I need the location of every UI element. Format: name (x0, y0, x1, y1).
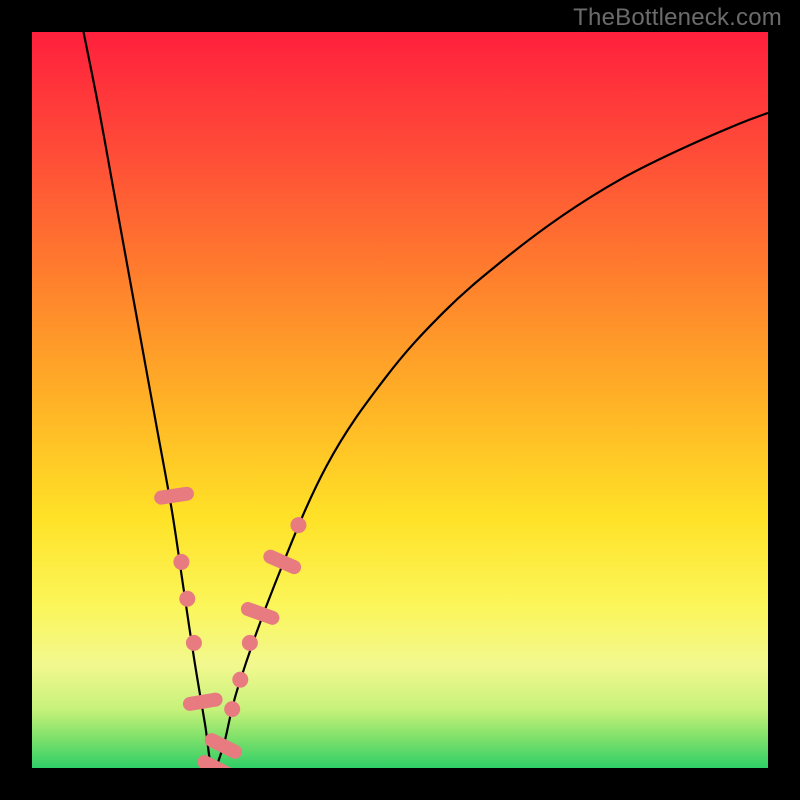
marker-bead (179, 591, 195, 607)
marker-bead (224, 701, 240, 717)
outer-frame: TheBottleneck.com (0, 0, 800, 800)
gradient-background (32, 32, 768, 768)
marker-bead (290, 517, 306, 533)
marker-bead (242, 635, 258, 651)
marker-bead (232, 672, 248, 688)
marker-bead (173, 554, 189, 570)
chart-svg (32, 32, 768, 768)
marker-bead (186, 635, 202, 651)
plot-area (32, 32, 768, 768)
watermark-text: TheBottleneck.com (573, 4, 782, 32)
